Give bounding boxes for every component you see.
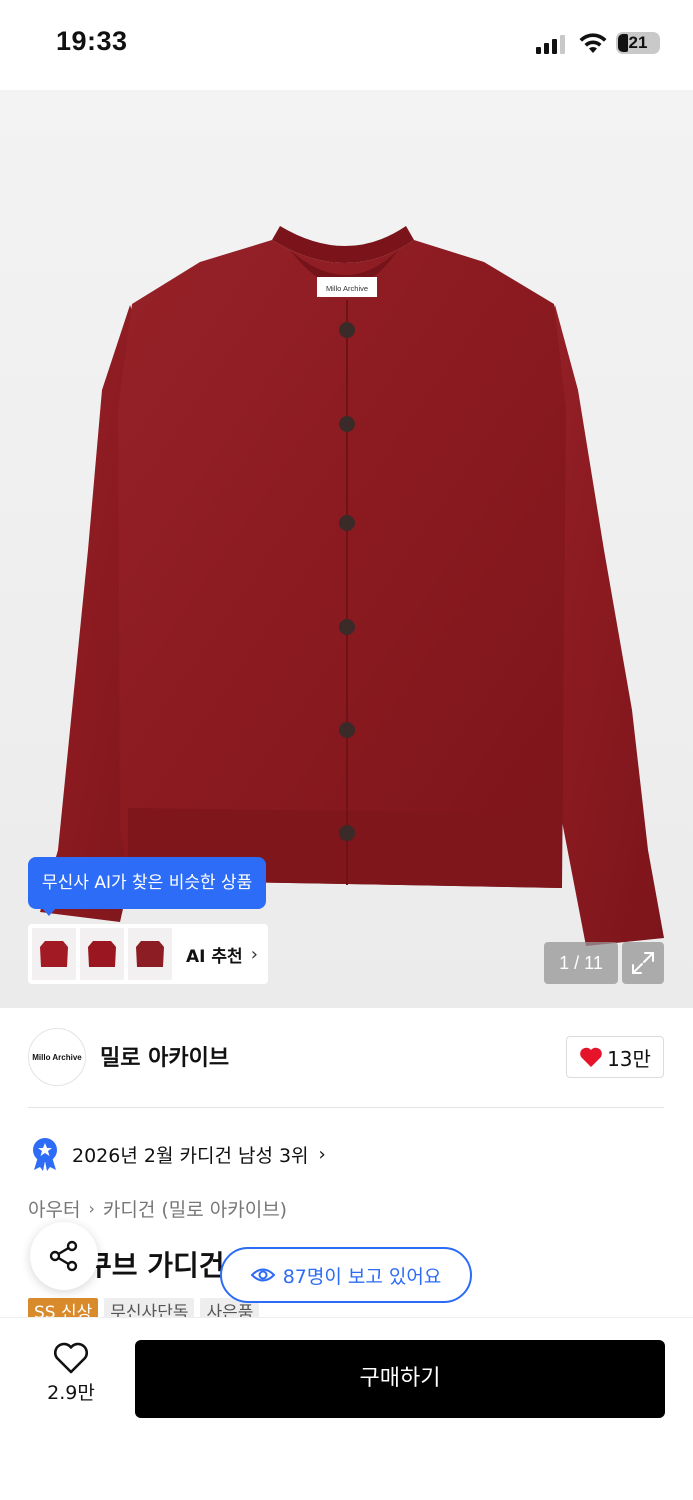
heart-outline-icon xyxy=(54,1342,88,1374)
viewing-count-pill: 87명이 보고 있어요 xyxy=(220,1247,472,1303)
ranking-link[interactable]: 2026년 2월 카디건 남성 3위 › xyxy=(30,1136,326,1172)
wifi-icon xyxy=(579,33,607,53)
divider xyxy=(28,1107,664,1108)
ai-similar-tooltip: 무신사 AI가 찾은 비슷한 상품 xyxy=(28,857,267,909)
image-counter: 1 / 11 xyxy=(544,942,618,984)
chevron-right-icon: › xyxy=(318,1143,326,1165)
share-icon xyxy=(49,1240,78,1272)
product-title: 쿠브 가디건 xyxy=(86,1249,225,1282)
tooltip-tail xyxy=(42,908,56,916)
ai-recommend-label: AI 추천 xyxy=(186,946,243,967)
share-button[interactable] xyxy=(30,1222,98,1290)
expand-icon xyxy=(632,952,654,974)
product-tags: SS 신상 무신사단독 사은품 xyxy=(28,1298,260,1320)
knit-thumb-icon xyxy=(136,941,164,967)
sweater-thumb-icon xyxy=(88,941,116,967)
viewing-count-text: 87명이 보고 있어요 xyxy=(282,1265,442,1288)
garment-label-text: Millo Archive xyxy=(326,284,368,293)
heart-filled-icon xyxy=(580,1047,602,1067)
ai-thumb-1[interactable] xyxy=(32,928,76,980)
breadcrumb: 아우터 › 카디건 (밀로 아카이브) xyxy=(28,1195,287,1222)
breadcrumb-subcategory[interactable]: 카디건 (밀로 아카이브) xyxy=(103,1195,287,1222)
brand-like-count: 13만 xyxy=(607,1046,651,1071)
signal-icon xyxy=(536,35,565,54)
ai-thumb-2[interactable] xyxy=(80,928,124,980)
brand-logo-text: Millo Archive xyxy=(32,1052,82,1062)
status-bar: 19:33 21 xyxy=(0,0,693,90)
ai-recommend-strip[interactable]: AI 추천 › xyxy=(28,924,268,984)
battery-level: 21 xyxy=(628,33,648,52)
expand-image-button[interactable] xyxy=(622,942,664,984)
buy-button[interactable]: 구매하기 xyxy=(135,1340,665,1418)
wishlist-count: 2.9만 xyxy=(47,1382,95,1404)
wishlist-button[interactable]: 2.9만 xyxy=(38,1342,104,1418)
brand-logo[interactable]: Millo Archive xyxy=(28,1028,86,1086)
ranking-medal-icon xyxy=(33,1138,57,1171)
brand-like-button[interactable]: 13만 xyxy=(566,1036,664,1078)
brand-name[interactable]: 밀로 아카이브 xyxy=(100,1040,229,1072)
chevron-right-icon: › xyxy=(250,943,258,965)
ai-thumb-3[interactable] xyxy=(128,928,172,980)
battery-indicator: 21 xyxy=(616,32,660,54)
breadcrumb-category[interactable]: 아우터 xyxy=(28,1195,80,1222)
eye-icon xyxy=(250,1268,275,1282)
breadcrumb-separator-icon: › xyxy=(88,1199,95,1218)
tag-exclusive: 무신사단독 xyxy=(104,1298,195,1320)
status-time: 19:33 xyxy=(56,26,128,56)
cardigan-thumb-icon xyxy=(40,941,68,967)
tag-ss-new: SS 신상 xyxy=(28,1298,99,1320)
bottom-action-bar: 2.9만 구매하기 xyxy=(0,1318,693,1500)
ranking-text: 2026년 2월 카디건 남성 3위 xyxy=(72,1144,309,1167)
